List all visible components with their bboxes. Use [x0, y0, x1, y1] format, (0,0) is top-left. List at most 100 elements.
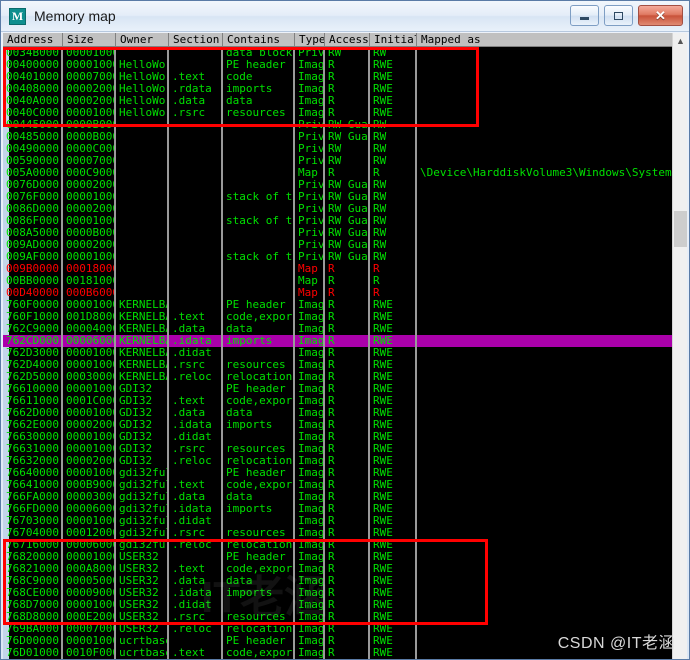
table-row[interactable]: 0086F000 00001000 stack of th Priv RW Guar RW [3, 215, 675, 227]
column-header-access[interactable]: Access [325, 33, 370, 47]
table-row[interactable]: 766FA000 00003000 gdi32ful .data data Imag R RW… [3, 491, 675, 503]
table-row[interactable]: 76631000 00001000 GDI32 .rsrc resources Imag R… [3, 443, 675, 455]
cell-section: .idata [172, 335, 212, 347]
cell-owner: KERNELBA [119, 359, 169, 371]
table-row[interactable]: 768CE000 00009000 USER32 .idata imports Imag R… [3, 587, 675, 599]
cell-owner [116, 119, 169, 131]
cell-mapped [417, 275, 675, 287]
cell-mapped [417, 587, 675, 599]
table-row[interactable]: 768D8000 000E2000 USER32 .rsrc resources Imag… [3, 611, 675, 623]
table-row[interactable]: 762CD000 00006000 KERNELBA .idata imports Ima… [3, 335, 675, 347]
cell-mapped [417, 647, 675, 659]
close-button[interactable]: ✕ [638, 5, 683, 26]
cell-mapped [417, 479, 675, 491]
cell-initial: RWE [373, 95, 393, 107]
table-row[interactable]: 00401000 00007000 HelloWor .text code Imag R RW… [3, 71, 675, 83]
column-header-section[interactable]: Section [169, 33, 223, 47]
table-row[interactable]: 76821000 000A8000USER32 .text code,exportsI… [3, 563, 675, 575]
table-row[interactable]: 762C9000 00004000 KERNELBA .data data Imag R RW… [3, 323, 675, 335]
cell-mapped [417, 335, 675, 347]
table-row[interactable]: 0076D000 00002000 Priv RW Guar RW [3, 179, 675, 191]
cell-address: 00490000 [6, 143, 59, 155]
table-row[interactable]: 766FD000 00006000 gdi32ful .idata imports Ima… [3, 503, 675, 515]
cell-type: Imag [298, 95, 325, 107]
column-header-initial[interactable]: Initial [370, 33, 417, 47]
table-row[interactable]: 76716000 00006000 gdi32ful .reloc relocation… [3, 539, 675, 551]
table-row[interactable]: 76703000 00001000 gdi32ful .didat Imag R RWE [3, 515, 675, 527]
table-row[interactable]: 0086D000 00002000 Priv RW Guar RW [3, 203, 675, 215]
table-row[interactable]: 76641000 000B9000gdi32ful.text code,export… [3, 479, 675, 491]
table-row[interactable]: 00590000 00007000 Priv RW RW [3, 155, 675, 167]
cell-owner [116, 203, 169, 215]
table-row[interactable]: 7662E000 00002000 GDI32 .idata imports Imag R R… [3, 419, 675, 431]
cell-owner: GDI32 [119, 455, 153, 467]
table-row[interactable]: 0076F000 00001000 stack of th Priv RW Guar RW [3, 191, 675, 203]
cell-section: .data [172, 407, 206, 419]
cell-section: .didat [172, 515, 212, 527]
cell-initial: R [373, 287, 380, 299]
cell-initial: RW [373, 119, 387, 131]
cell-type: Imag [298, 431, 325, 443]
table-row[interactable]: 00400000 00001000 HelloWor PE header Imag R RW… [3, 59, 675, 71]
cell-initial: RWE [373, 359, 393, 371]
minimize-button[interactable] [570, 5, 599, 26]
table-row[interactable]: 76704000 00012000 gdi32ful .rsrc resources Im… [3, 527, 675, 539]
table-row[interactable]: 005A0000 000C9000 Map R R \Device\HarddiskVol… [3, 167, 675, 179]
table-row[interactable]: 76610000 00001000 GDI32 PE header Imag R RWE [3, 383, 675, 395]
table-row[interactable]: 008A5000 0000B000 Priv RW Guar RW [3, 227, 675, 239]
table-row[interactable]: 00408000 00002000 HelloWor .rdata imports Ima… [3, 83, 675, 95]
cell-address: 760F1000 [6, 311, 59, 323]
table-row[interactable]: 00445000 0000B000 Priv RW Guar RW [3, 119, 675, 131]
cell-address: 76D01000 [6, 647, 59, 659]
column-header-size[interactable]: Size [63, 33, 116, 47]
scroll-up-arrow-icon[interactable]: ▲ [673, 33, 688, 48]
vertical-scrollbar[interactable]: ▲ [672, 33, 687, 659]
table-row[interactable]: 768C9000 00005000 USER32 .data data Imag R RWE [3, 575, 675, 587]
table-row[interactable]: 0040C000 00001000 HelloWor .rsrc resources Im… [3, 107, 675, 119]
cell-owner [116, 179, 169, 191]
table-row[interactable]: 760F1000 001D8000KERNELBA.text code,export… [3, 311, 675, 323]
cell-mapped [417, 515, 675, 527]
cell-section [169, 47, 223, 59]
cell-contains: stack of th [226, 215, 295, 227]
table-row[interactable]: 762D3000 00001000 KERNELBA .didat Imag R RWE [3, 347, 675, 359]
column-header-owner[interactable]: Owner [116, 33, 169, 47]
cell-initial: RWE [373, 83, 393, 95]
table-row[interactable]: 009B0000 00018000 Map R R [3, 263, 675, 275]
table-row[interactable]: 009AF000 00001000 stack of th Priv RW Guar RW [3, 251, 675, 263]
column-header-address[interactable]: Address [3, 33, 63, 47]
table-row[interactable]: 769BA000 00007000 USER32 .reloc relocations I… [3, 623, 675, 635]
table-row[interactable]: 009AD000 00002000 Priv RW Guar RW [3, 239, 675, 251]
table-row[interactable]: 76630000 00001000 GDI32 .didat Imag R RWE [3, 431, 675, 443]
window-controls: ✕ [570, 5, 683, 26]
table-row[interactable]: 0040A000 00002000 HelloWor .data data Imag R RW… [3, 95, 675, 107]
table-row[interactable]: 768D7000 00001000 USER32 .didat Imag R RWE [3, 599, 675, 611]
table-row[interactable]: 00BB0000 00181000 Map R R [3, 275, 675, 287]
table-row[interactable]: 00490000 0000C000 Priv RW RW [3, 143, 675, 155]
cell-type: Imag [298, 479, 325, 491]
table-row[interactable]: 760F0000 00001000 KERNELBA PE header Imag R RW… [3, 299, 675, 311]
table-row[interactable]: 76611000 0001C000GDI32 .text code,exportsIm… [3, 395, 675, 407]
table-row[interactable]: 00485000 0000B000 Priv RW Guar RW [3, 131, 675, 143]
cell-size: 00001000 [66, 47, 116, 59]
table-row[interactable]: 76D01000 0010F000ucrtbase.text code,export… [3, 647, 675, 659]
scrollbar-thumb[interactable] [674, 211, 687, 247]
memory-map-table[interactable]: 0034B000 00001000 data block Priv RW RW 004000… [3, 47, 675, 659]
cell-type: Priv [298, 143, 325, 155]
table-row[interactable]: 76820000 00001000 USER32 PE header Imag R RWE [3, 551, 675, 563]
table-row[interactable]: 762D5000 00030000 KERNELBA .reloc relocation… [3, 371, 675, 383]
cell-size: 00002000 [66, 455, 116, 467]
table-row[interactable]: 762D4000 00001000 KERNELBA .rsrc resources Im… [3, 359, 675, 371]
cell-access: R [328, 431, 335, 443]
table-row[interactable]: 7662D000 00001000 GDI32 .data data Imag R RWE [3, 407, 675, 419]
table-row[interactable]: 0034B000 00001000 data block Priv RW RW [3, 47, 675, 59]
column-header-contains[interactable]: Contains [223, 33, 295, 47]
column-header-type[interactable]: Type [295, 33, 325, 47]
cell-address: 0040A000 [6, 95, 59, 107]
column-header-mapped[interactable]: Mapped as [417, 33, 675, 47]
table-row[interactable]: 00D40000 000B6000 Map R R [3, 287, 675, 299]
maximize-button[interactable] [604, 5, 633, 26]
table-row[interactable]: 76632000 00002000 GDI32 .reloc relocations Im… [3, 455, 675, 467]
table-row[interactable]: 76640000 00001000 gdi32ful PE header Imag R RW… [3, 467, 675, 479]
table-row[interactable]: 76D00000 00001000 ucrtbase PE header Imag R RW… [3, 635, 675, 647]
